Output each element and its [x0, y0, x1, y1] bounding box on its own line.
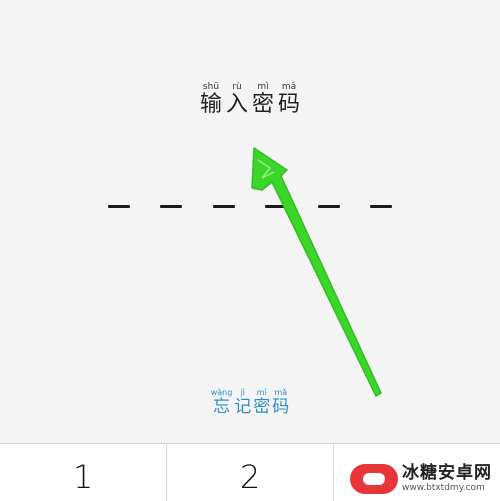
- forgot-char: 忘wàng: [210, 388, 233, 417]
- pin-slot-4: [265, 205, 288, 208]
- pin-slot-2: [160, 205, 183, 208]
- pin-slot-5: [317, 205, 340, 208]
- title-char: 码mǎ: [278, 82, 301, 117]
- watermark: 冰糖安卓网 www.btxtdmy.com: [350, 464, 492, 494]
- title-char: 入rù: [225, 82, 248, 117]
- key-1[interactable]: 1: [0, 444, 167, 501]
- gamepad-logo-icon: [350, 464, 398, 494]
- key-2[interactable]: 2: [167, 444, 334, 501]
- page-title: 输shū入rù密mì码mǎ: [0, 82, 500, 118]
- watermark-url: www.btxtdmy.com: [402, 483, 485, 493]
- pin-input[interactable]: [108, 203, 392, 209]
- pin-slot-6: [369, 205, 392, 208]
- annotation-arrow: [251, 147, 382, 397]
- forgot-char: 记jì: [234, 388, 252, 417]
- pin-slot-3: [212, 205, 235, 208]
- forgot-password-link[interactable]: 忘wàng记jì密mì码mǎ: [0, 388, 500, 417]
- watermark-text: 冰糖安卓网 www.btxtdmy.com: [402, 465, 492, 493]
- forgot-char: 码mǎ: [272, 388, 290, 417]
- title-char: 密mì: [252, 82, 275, 117]
- forgot-char: 密mì: [253, 388, 271, 417]
- pin-slot-1: [108, 205, 130, 208]
- title-char: 输shū: [199, 82, 222, 117]
- watermark-name: 冰糖安卓网: [402, 463, 492, 483]
